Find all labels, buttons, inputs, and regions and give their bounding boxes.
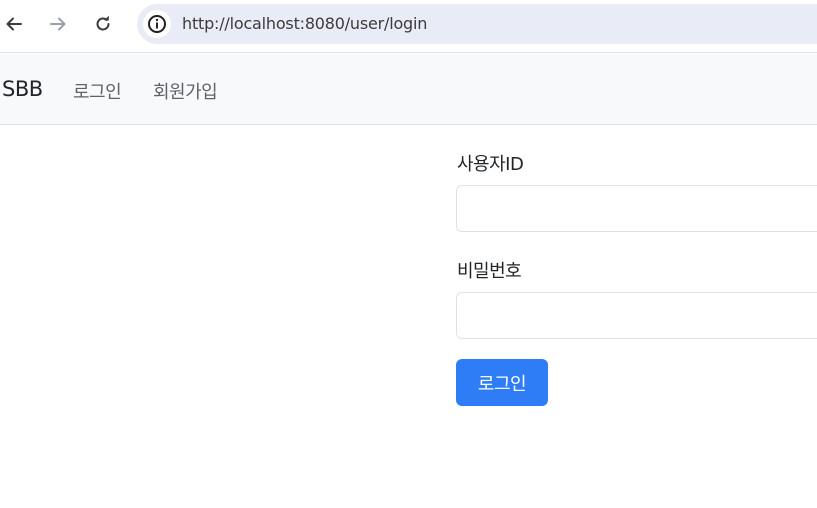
info-icon bbox=[148, 15, 166, 33]
back-button[interactable] bbox=[0, 10, 28, 38]
nav-link-login[interactable]: 로그인 bbox=[73, 78, 122, 104]
browser-toolbar: http://localhost:8080/user/login bbox=[0, 0, 817, 53]
app-navbar: SBB 로그인 회원가입 bbox=[0, 54, 817, 125]
arrow-right-icon bbox=[50, 17, 66, 31]
reload-button[interactable] bbox=[89, 10, 117, 38]
address-bar[interactable]: http://localhost:8080/user/login bbox=[137, 4, 817, 44]
nav-link-signup[interactable]: 회원가입 bbox=[153, 78, 218, 104]
url-text[interactable]: http://localhost:8080/user/login bbox=[182, 14, 427, 33]
arrow-left-icon bbox=[6, 17, 22, 31]
reload-icon bbox=[96, 15, 110, 31]
login-button[interactable]: 로그인 bbox=[456, 359, 548, 406]
site-info-button[interactable] bbox=[143, 10, 171, 38]
brand-link[interactable]: SBB bbox=[2, 77, 43, 101]
userid-input[interactable] bbox=[456, 185, 817, 232]
password-input[interactable] bbox=[456, 292, 817, 339]
password-label: 비밀번호 bbox=[457, 261, 522, 282]
userid-label: 사용자ID bbox=[457, 154, 524, 175]
forward-button[interactable] bbox=[44, 10, 72, 38]
